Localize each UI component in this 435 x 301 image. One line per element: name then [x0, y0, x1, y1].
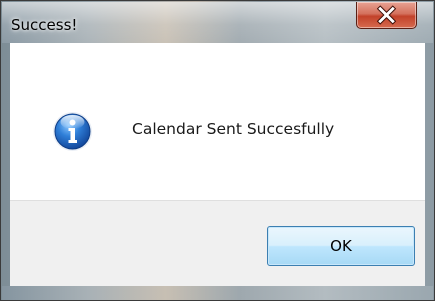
close-button[interactable]	[356, 2, 417, 29]
dialog-message: Calendar Sent Succesfully	[132, 120, 335, 138]
dialog-window: Success! Calendar Sent Succesfully OK	[0, 0, 435, 301]
info-icon	[53, 112, 92, 151]
close-icon	[376, 5, 397, 25]
ok-button[interactable]: OK	[267, 226, 415, 266]
window-title: Success!	[11, 16, 78, 34]
window-bottom-border	[2, 286, 433, 300]
